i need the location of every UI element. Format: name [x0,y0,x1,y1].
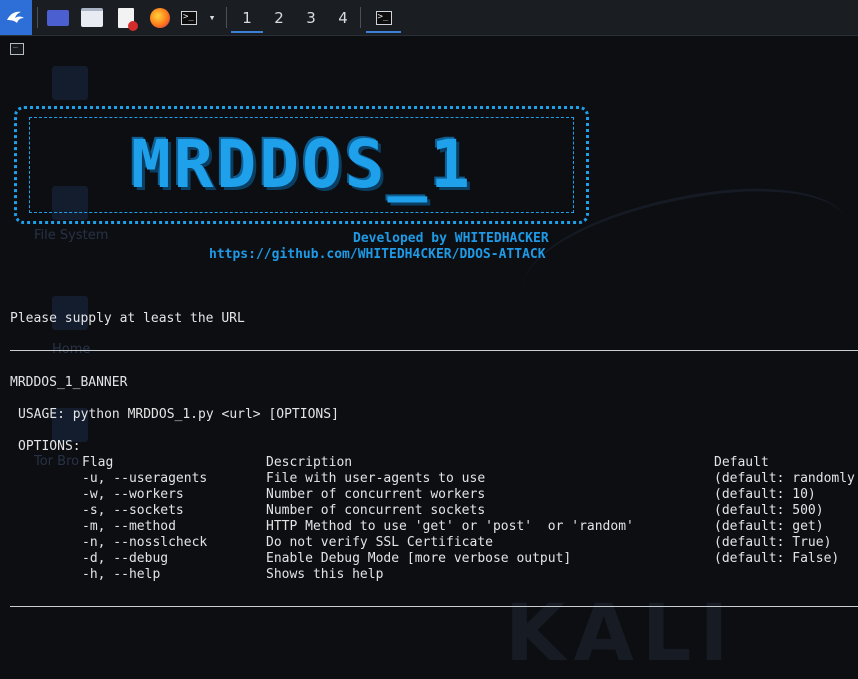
header-description: Description [266,455,353,470]
option-flag: -h, --help [82,567,161,582]
header-default: Default [714,455,769,470]
terminal-icon: >_ [375,10,392,25]
workspace-1[interactable]: 1 [231,0,263,35]
firefox-icon[interactable] [146,0,174,35]
option-default: (default: False) [714,551,840,566]
github-link[interactable]: https://github.com/WHITEDH4CKER/DDOS-ATT… [209,247,546,263]
banner-name: MRDDOS_1_BANNER [10,375,128,390]
option-flag: -m, --method [82,519,176,534]
workspace-label: 4 [338,8,348,27]
terminal-window-task[interactable]: >_ [366,0,401,35]
option-flag: -s, --sockets [82,503,184,518]
workspace-label: 2 [274,8,284,27]
option-flag: -n, --nosslcheck [82,535,208,550]
usage-line: USAGE: python MRDDOS_1.py <url> [OPTIONS… [18,407,339,422]
option-default: (default: 500) [714,503,824,518]
taskbar-separator [226,7,227,28]
option-description: Number of concurrent sockets [266,503,486,518]
option-description: Number of concurrent workers [266,487,486,502]
option-default: (default: get) [714,519,824,534]
option-default: (default: True) [714,535,832,550]
error-message: Please supply at least the URL [10,311,245,326]
option-default: (default: 10) [714,487,816,502]
taskbar: >_ ▾ 1 2 3 4 >_ [0,0,858,36]
option-description: Enable Debug Mode [more verbose output] [266,551,572,566]
show-desktop-icon[interactable] [44,0,72,35]
option-flag: -u, --useragents [82,471,208,486]
divider [10,606,858,607]
header-flag: Flag [82,455,114,470]
workspace-2[interactable]: 2 [263,0,295,35]
terminal-window[interactable]: MRDDOS_1 Developed by WHITEDHACKER https… [0,36,858,624]
option-description: File with user-agents to use [266,471,486,486]
option-description: Do not verify SSL Certificate [266,535,493,550]
file-manager-icon[interactable] [78,0,106,35]
option-description: Shows this help [266,567,384,582]
text-editor-icon[interactable] [112,0,140,35]
workspace-3[interactable]: 3 [295,0,327,35]
chevron-down-icon[interactable]: ▾ [203,0,221,35]
taskbar-separator [37,7,38,28]
option-flag: -w, --workers [82,487,184,502]
terminal-tab-icon[interactable] [10,39,24,55]
options-label: OPTIONS: [18,439,81,454]
ascii-banner: MRDDOS_1 [131,126,473,203]
workspace-label: 1 [242,8,252,27]
workspace-4[interactable]: 4 [327,0,359,35]
divider [10,350,858,351]
option-flag: -d, --debug [82,551,169,566]
developer-credit: Developed by WHITEDHACKER [353,231,549,246]
option-description: HTTP Method to use 'get' or 'post' or 'r… [266,519,634,534]
option-default: (default: randomly [714,471,855,486]
kali-menu-icon[interactable] [0,0,32,35]
terminal-icon[interactable]: >_ [177,0,201,35]
taskbar-separator [360,7,361,28]
workspace-label: 3 [306,8,316,27]
